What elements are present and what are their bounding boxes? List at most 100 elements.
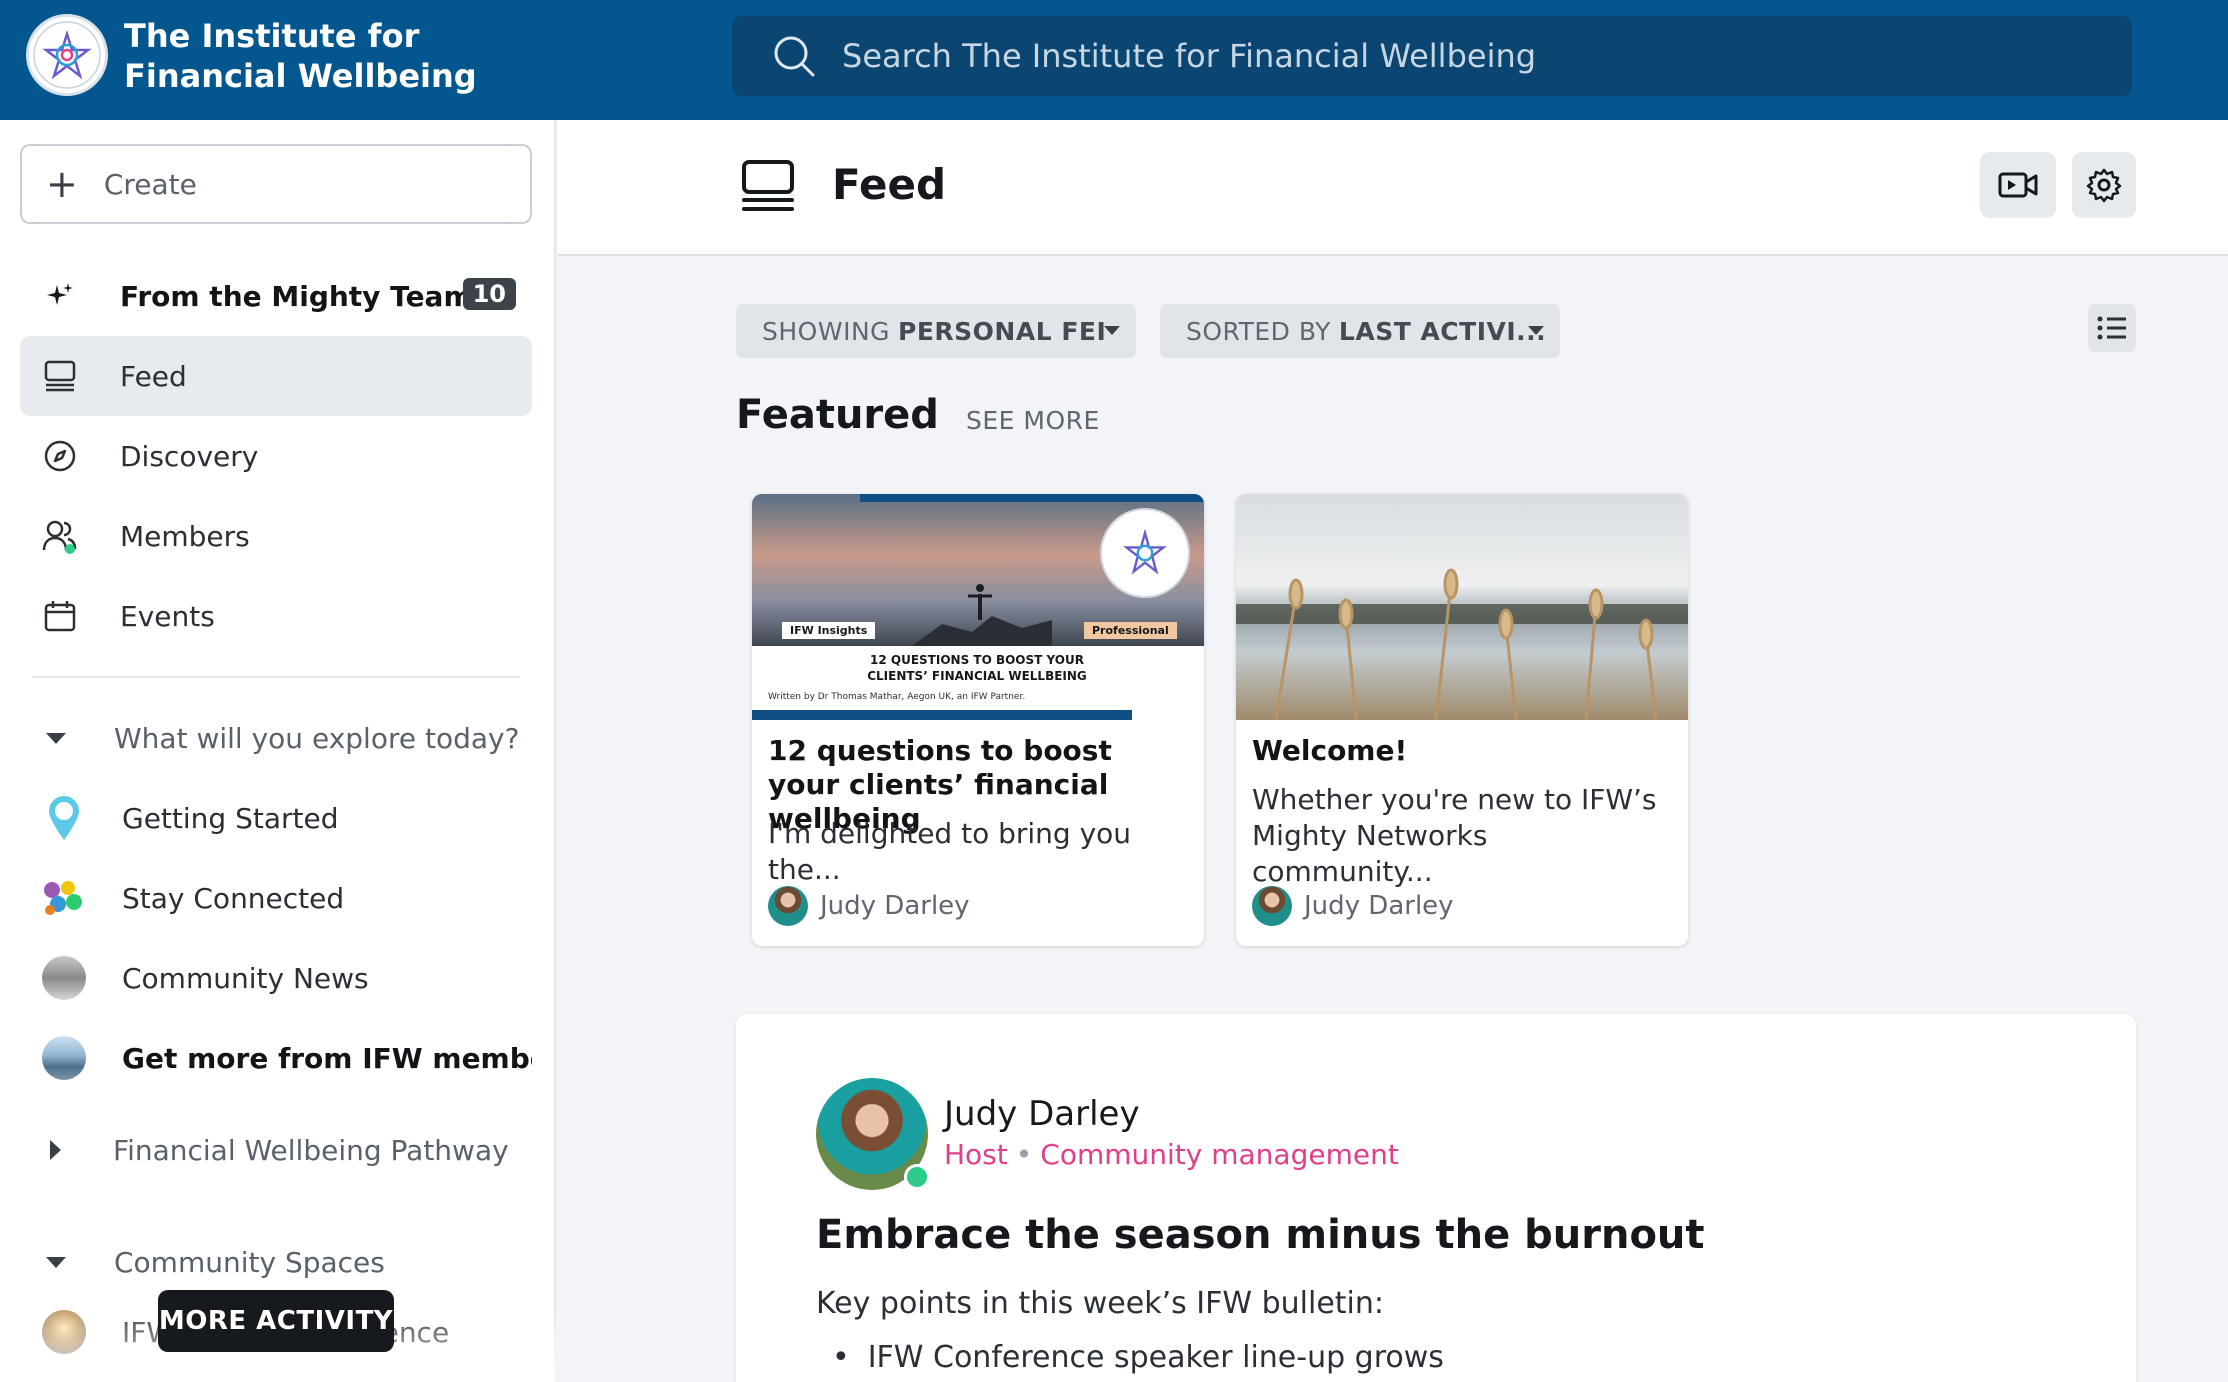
- sidebar-item-discovery[interactable]: Discovery: [20, 416, 532, 496]
- sidebar-item-getting-started[interactable]: Getting Started: [20, 778, 532, 858]
- chevron-right-icon: [50, 1140, 61, 1160]
- image-tag-insights: IFW Insights: [782, 622, 876, 639]
- members-icon: [42, 518, 78, 554]
- chevron-down-icon: [1528, 326, 1544, 335]
- card-image: [1236, 494, 1688, 720]
- section-spaces-toggle[interactable]: Community Spaces: [20, 1232, 532, 1292]
- gear-icon: [2086, 168, 2122, 203]
- plus-icon: +: [46, 162, 78, 206]
- avatar: [768, 886, 808, 926]
- image-byline: Written by Dr Thomas Mathar, Aegon UK, a…: [768, 692, 1026, 702]
- sidebar-item-label: Getting Started: [122, 801, 339, 835]
- section-label: What will you explore today?: [114, 721, 520, 755]
- filter-value: LAST ACTIVI...: [1338, 316, 1547, 346]
- more-activity-button[interactable]: MORE ACTIVITY: [158, 1290, 394, 1352]
- sidebar-item-label: Stay Connected: [122, 881, 345, 915]
- logo-emblem-icon: [33, 21, 101, 89]
- card-excerpt: Whether you're new to IFW’s Mighty Netwo…: [1252, 783, 1657, 888]
- sidebar-item-stay-connected[interactable]: Stay Connected: [20, 858, 532, 938]
- sidebar-item-label: Feed: [120, 359, 187, 393]
- sidebar-item-label: Discovery: [120, 439, 259, 473]
- section-pathway-toggle[interactable]: Financial Wellbeing Pathway: [20, 1120, 532, 1180]
- filter-prefix: SORTED BY: [1186, 316, 1331, 346]
- sunset-thumbnail: [42, 1310, 86, 1354]
- post-body: Key points in this week’s IFW bulletin:: [816, 1286, 1384, 1321]
- see-more-link[interactable]: SEE MORE: [966, 406, 1100, 435]
- compass-icon: [42, 438, 78, 474]
- top-bar: The Institute for Financial Wellbeing Se…: [0, 0, 2228, 120]
- video-camera-icon: [1998, 172, 2038, 198]
- ifw-logo-badge: [1100, 508, 1190, 598]
- location-pin-icon: [42, 796, 86, 840]
- create-label: Create: [103, 167, 197, 201]
- author-role: Host: [944, 1138, 1008, 1171]
- post-author-meta: Host • Community management: [944, 1138, 1399, 1171]
- post-space-link[interactable]: Community management: [1040, 1138, 1399, 1171]
- settings-button[interactable]: [2072, 152, 2136, 218]
- bullet-text: IFW Conference speaker line-up grows: [867, 1340, 1444, 1375]
- featured-heading: Featured: [736, 392, 939, 438]
- search-bar[interactable]: Search The Institute for Financial Wellb…: [732, 16, 2132, 96]
- feed-header: Feed: [558, 120, 2228, 256]
- brand-title[interactable]: The Institute for Financial Wellbeing: [124, 16, 544, 96]
- notification-badge: 10: [462, 278, 516, 310]
- section-explore-toggle[interactable]: What will you explore today?: [20, 708, 532, 768]
- sidebar-item-feed[interactable]: Feed: [20, 336, 532, 416]
- chevron-down-icon: [46, 732, 66, 744]
- feed-post[interactable]: Judy Darley Host • Community management Em…: [736, 1014, 2136, 1382]
- image-tag-professional: Professional: [1084, 622, 1177, 639]
- post-bullet: • IFW Conference speaker line-up grows: [832, 1340, 1444, 1375]
- sidebar-item-community-news[interactable]: Community News: [20, 938, 532, 1018]
- featured-card[interactable]: Welcome! Whether you're new to IFW’s Mig…: [1236, 494, 1688, 946]
- card-author[interactable]: Judy Darley: [1252, 886, 1454, 926]
- feed-icon: [42, 358, 78, 394]
- featured-card[interactable]: IFW Insights Professional 12 QUESTIONS T…: [752, 494, 1204, 946]
- create-button[interactable]: + Create: [20, 144, 532, 224]
- post-author-name[interactable]: Judy Darley: [944, 1094, 1140, 1134]
- card-title[interactable]: Welcome!: [1252, 734, 1672, 768]
- search-input[interactable]: Search The Institute for Financial Wellb…: [842, 37, 1536, 75]
- video-button[interactable]: [1980, 152, 2056, 218]
- section-label: Financial Wellbeing Pathway: [113, 1133, 509, 1167]
- calendar-icon: [42, 598, 78, 634]
- news-thumbnail: [42, 956, 86, 1000]
- puzzle-icon: [42, 876, 86, 920]
- filter-prefix: SHOWING: [762, 316, 891, 346]
- list-icon: [2097, 316, 2126, 340]
- image-headline: 12 QUESTIONS TO BOOST YOUR CLIENTS’ FINA…: [867, 653, 1087, 683]
- chevron-down-icon: [46, 1256, 66, 1268]
- ifw-logo[interactable]: [26, 14, 108, 96]
- filter-value: PERSONAL FEI: [898, 316, 1107, 346]
- chevron-down-icon: [1104, 326, 1120, 335]
- card-author[interactable]: Judy Darley: [768, 886, 970, 926]
- author-name: Judy Darley: [1304, 891, 1454, 921]
- sidebar-item-mighty-team[interactable]: From the Mighty Team 10: [20, 256, 532, 336]
- sidebar-item-label: Events: [120, 599, 215, 633]
- sidebar-divider: [32, 676, 520, 678]
- search-icon: [774, 36, 815, 77]
- sparkle-icon: [42, 278, 78, 314]
- bullet-point: •: [832, 1340, 850, 1375]
- sidebar-item-label: Get more from IFW membership: [122, 1041, 532, 1075]
- page-title: Feed: [832, 160, 947, 209]
- online-status-dot: [904, 1164, 930, 1190]
- section-label: Community Spaces: [114, 1245, 385, 1279]
- landscape-thumbnail: [42, 1036, 86, 1080]
- sidebar: + Create From the Mighty Team 10 Feed Di…: [0, 120, 556, 1382]
- avatar: [1252, 886, 1292, 926]
- filter-showing-dropdown[interactable]: SHOWING PERSONAL FEI: [736, 304, 1136, 358]
- sidebar-item-events[interactable]: Events: [20, 576, 532, 656]
- sidebar-item-label: Members: [120, 519, 250, 553]
- sidebar-item-label: Community News: [122, 961, 369, 995]
- list-view-button[interactable]: [2088, 304, 2136, 352]
- card-excerpt: I'm delighted to bring you the...: [768, 817, 1132, 886]
- separator-dot: •: [1015, 1138, 1033, 1171]
- card-image: IFW Insights Professional 12 QUESTIONS T…: [752, 494, 1204, 720]
- sidebar-item-members[interactable]: Members: [20, 496, 532, 576]
- author-name: Judy Darley: [820, 891, 970, 921]
- post-title[interactable]: Embrace the season minus the burnout: [816, 1212, 1705, 1258]
- sidebar-item-label: From the Mighty Team: [120, 279, 473, 313]
- sidebar-item-ifw-membership[interactable]: Get more from IFW membership: [20, 1018, 532, 1098]
- filter-sorted-dropdown[interactable]: SORTED BY LAST ACTIVI...: [1160, 304, 1560, 358]
- feed-icon: [740, 158, 796, 218]
